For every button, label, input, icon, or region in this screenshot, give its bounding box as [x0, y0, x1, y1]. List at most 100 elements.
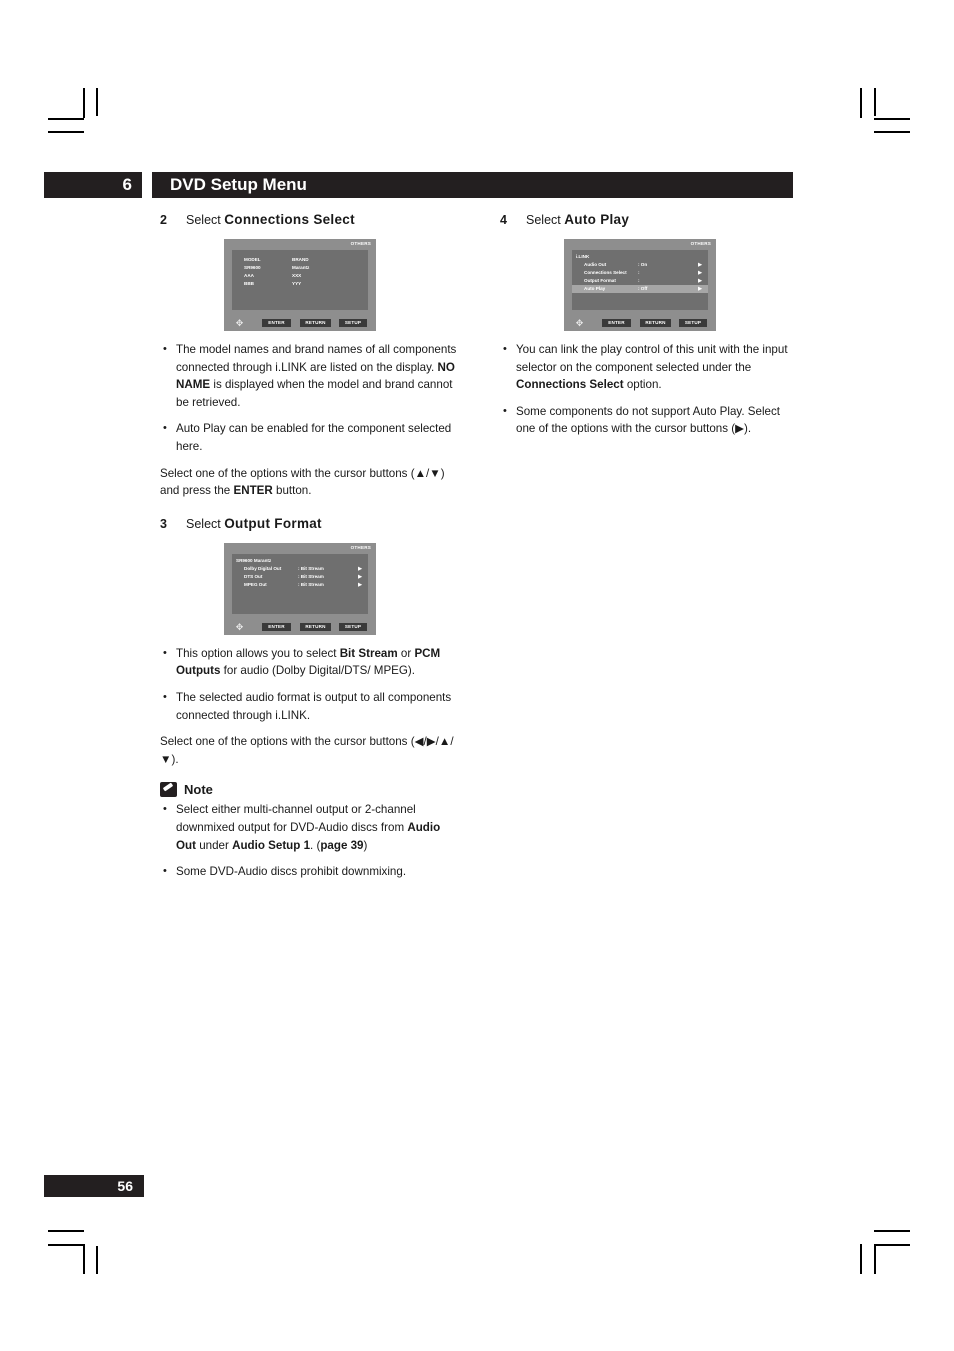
osd-key-setup[interactable]: SETUP	[679, 319, 707, 327]
osd-row-brand: YYY	[292, 281, 302, 286]
chevron-right-icon: ▶	[698, 270, 702, 276]
osd-corner-label: OTHERS	[350, 544, 371, 550]
step-2-bullets: The model names and brand names of all c…	[160, 341, 460, 456]
list-item: The model names and brand names of all c…	[160, 341, 460, 411]
osd-output-format: OTHERS SR9600 Marantz Dolby Digital Out …	[224, 542, 376, 635]
osd-menu-item[interactable]: Dolby Digital Out : Bit Stream ▶	[232, 565, 368, 573]
osd-key-enter[interactable]: ENTER	[262, 622, 291, 631]
osd-row-brand: XXX	[292, 273, 302, 278]
osd-row[interactable]: SR9600 Marantz	[232, 264, 368, 272]
list-item: Auto Play can be enabled for the compone…	[160, 420, 460, 455]
osd-key-return[interactable]: RETURN	[300, 319, 331, 327]
osd-screen-area: MODEL BRAND SR9600 Marantz AAA XXX BBB Y…	[232, 250, 368, 310]
osd-title: SR9600 Marantz	[236, 557, 272, 563]
crop-mark-top-right	[854, 88, 924, 150]
osd-item-value: : Off	[638, 286, 648, 291]
step-3-paragraph: Select one of the options with the curso…	[160, 735, 454, 766]
step-3-text: Select Output Format	[186, 516, 322, 531]
osd-corner-label: OTHERS	[350, 241, 371, 246]
chevron-right-icon: ▶	[698, 278, 702, 284]
footer-page-bar: 56	[44, 1175, 144, 1197]
osd-menu-item-auto-play[interactable]: Auto Play : Off ▶	[572, 285, 708, 293]
chevron-right-icon: ▶	[358, 573, 362, 580]
osd-key-return[interactable]: RETURN	[300, 622, 331, 631]
osd-item-value: : Bit Stream	[298, 565, 324, 571]
step-3-bold: Output Format	[224, 515, 322, 531]
osd-item-label: MPEG Out	[244, 581, 267, 587]
crop-mark-top-left	[48, 88, 118, 150]
list-item: The selected audio format is output to a…	[160, 689, 460, 724]
osd-corner-label: OTHERS	[690, 241, 711, 246]
step-4-prefix: Select	[526, 213, 565, 227]
chevron-right-icon: ▶	[698, 286, 702, 292]
step-2-text: Select Connections Select	[186, 212, 355, 227]
cursor-pad-icon: ✥	[575, 318, 584, 328]
step-4-heading: 4 Select Auto Play	[500, 212, 800, 227]
osd-auto-play: OTHERS i.LINK Audio Out : On ▶ Connectio…	[564, 239, 716, 331]
osd-key-setup[interactable]: SETUP	[339, 319, 367, 327]
right-column: 4 Select Auto Play OTHERS i.LINK Audio O…	[500, 212, 800, 447]
osd-item-value: : Bit Stream	[298, 573, 324, 579]
osd-menu-item-output-format[interactable]: Output Format : ▶	[572, 277, 708, 285]
osd-connections-select: OTHERS MODEL BRAND SR9600 Marantz AAA XX…	[224, 239, 376, 331]
osd-title: i.LINK	[576, 254, 590, 259]
osd-header-brand: BRAND	[292, 257, 309, 262]
osd-item-value: : On	[638, 262, 648, 267]
osd-row-brand: Marantz	[292, 265, 310, 270]
list-item: Select either multi-channel output or 2-…	[160, 801, 460, 854]
note-bullets: Select either multi-channel output or 2-…	[160, 801, 460, 880]
step-3-number: 3	[160, 516, 167, 531]
page-title: DVD Setup Menu	[170, 175, 307, 194]
osd-key-legend: ✥ ENTER RETURN SETUP	[224, 317, 376, 329]
osd-item-label: Connections Select	[584, 270, 627, 275]
osd-key-enter[interactable]: ENTER	[602, 319, 631, 327]
list-item: You can link the play control of this un…	[500, 341, 800, 394]
osd-screen-area: i.LINK Audio Out : On ▶ Connections Sele…	[572, 250, 708, 310]
page-header: 6 DVD Setup Menu	[44, 172, 793, 198]
osd-key-legend: ✥ ENTER RETURN SETUP	[224, 621, 376, 633]
pencil-icon	[160, 782, 177, 798]
osd-row-model: BBB	[244, 281, 254, 286]
chevron-right-icon: ▶	[358, 565, 362, 572]
osd-column-headers: MODEL BRAND	[232, 256, 368, 264]
osd-item-label: DTS Out	[244, 573, 263, 579]
osd-menu-item[interactable]: MPEG Out : Bit Stream ▶	[232, 581, 368, 589]
cursor-pad-icon: ✥	[235, 621, 244, 632]
list-item: Some components do not support Auto Play…	[500, 403, 800, 438]
osd-screen-area: SR9600 Marantz Dolby Digital Out : Bit S…	[232, 553, 368, 614]
note-title: Note	[184, 782, 213, 798]
osd-item-value: :	[638, 278, 640, 283]
osd-menu-item-connections-select[interactable]: Connections Select : ▶	[572, 269, 708, 277]
step-2-paragraph: Select one of the options with the curso…	[160, 466, 445, 498]
step-3-heading: 3 Select Output Format	[160, 516, 460, 531]
chevron-right-icon: ▶	[358, 581, 362, 588]
crop-mark-bottom-left	[48, 1218, 118, 1280]
osd-item-label: Output Format	[584, 278, 616, 283]
osd-key-setup[interactable]: SETUP	[339, 622, 367, 631]
cursor-pad-icon: ✥	[235, 318, 244, 328]
step-3-prefix: Select	[186, 516, 225, 531]
chapter-number-box: 6	[44, 172, 142, 198]
osd-key-legend: ✥ ENTER RETURN SETUP	[564, 317, 716, 329]
osd-row[interactable]: AAA XXX	[232, 272, 368, 280]
note-heading: Note	[160, 782, 460, 798]
list-item: Some DVD-Audio discs prohibit downmixing…	[160, 863, 460, 881]
step-2-bold: Connections Select	[224, 212, 355, 227]
osd-key-enter[interactable]: ENTER	[262, 319, 291, 327]
osd-menu-item-audio-out[interactable]: Audio Out : On ▶	[572, 261, 708, 269]
osd-item-label: Auto Play	[584, 286, 606, 291]
list-item: This option allows you to select Bit Str…	[160, 645, 460, 680]
step-4-bullets: You can link the play control of this un…	[500, 341, 800, 438]
osd-menu-item[interactable]: DTS Out : Bit Stream ▶	[232, 573, 368, 581]
step-2-number: 2	[160, 213, 167, 227]
step-4-number: 4	[500, 213, 507, 227]
step-2-heading: 2 Select Connections Select	[160, 212, 460, 227]
osd-row-model: AAA	[244, 273, 254, 278]
osd-row-model: SR9600	[244, 265, 261, 270]
chevron-right-icon: ▶	[698, 262, 702, 268]
osd-key-return[interactable]: RETURN	[640, 319, 671, 327]
chapter-title-box: DVD Setup Menu	[152, 172, 793, 198]
osd-item-label: Audio Out	[584, 262, 607, 267]
step-2-prefix: Select	[186, 213, 225, 227]
osd-row[interactable]: BBB YYY	[232, 280, 368, 288]
